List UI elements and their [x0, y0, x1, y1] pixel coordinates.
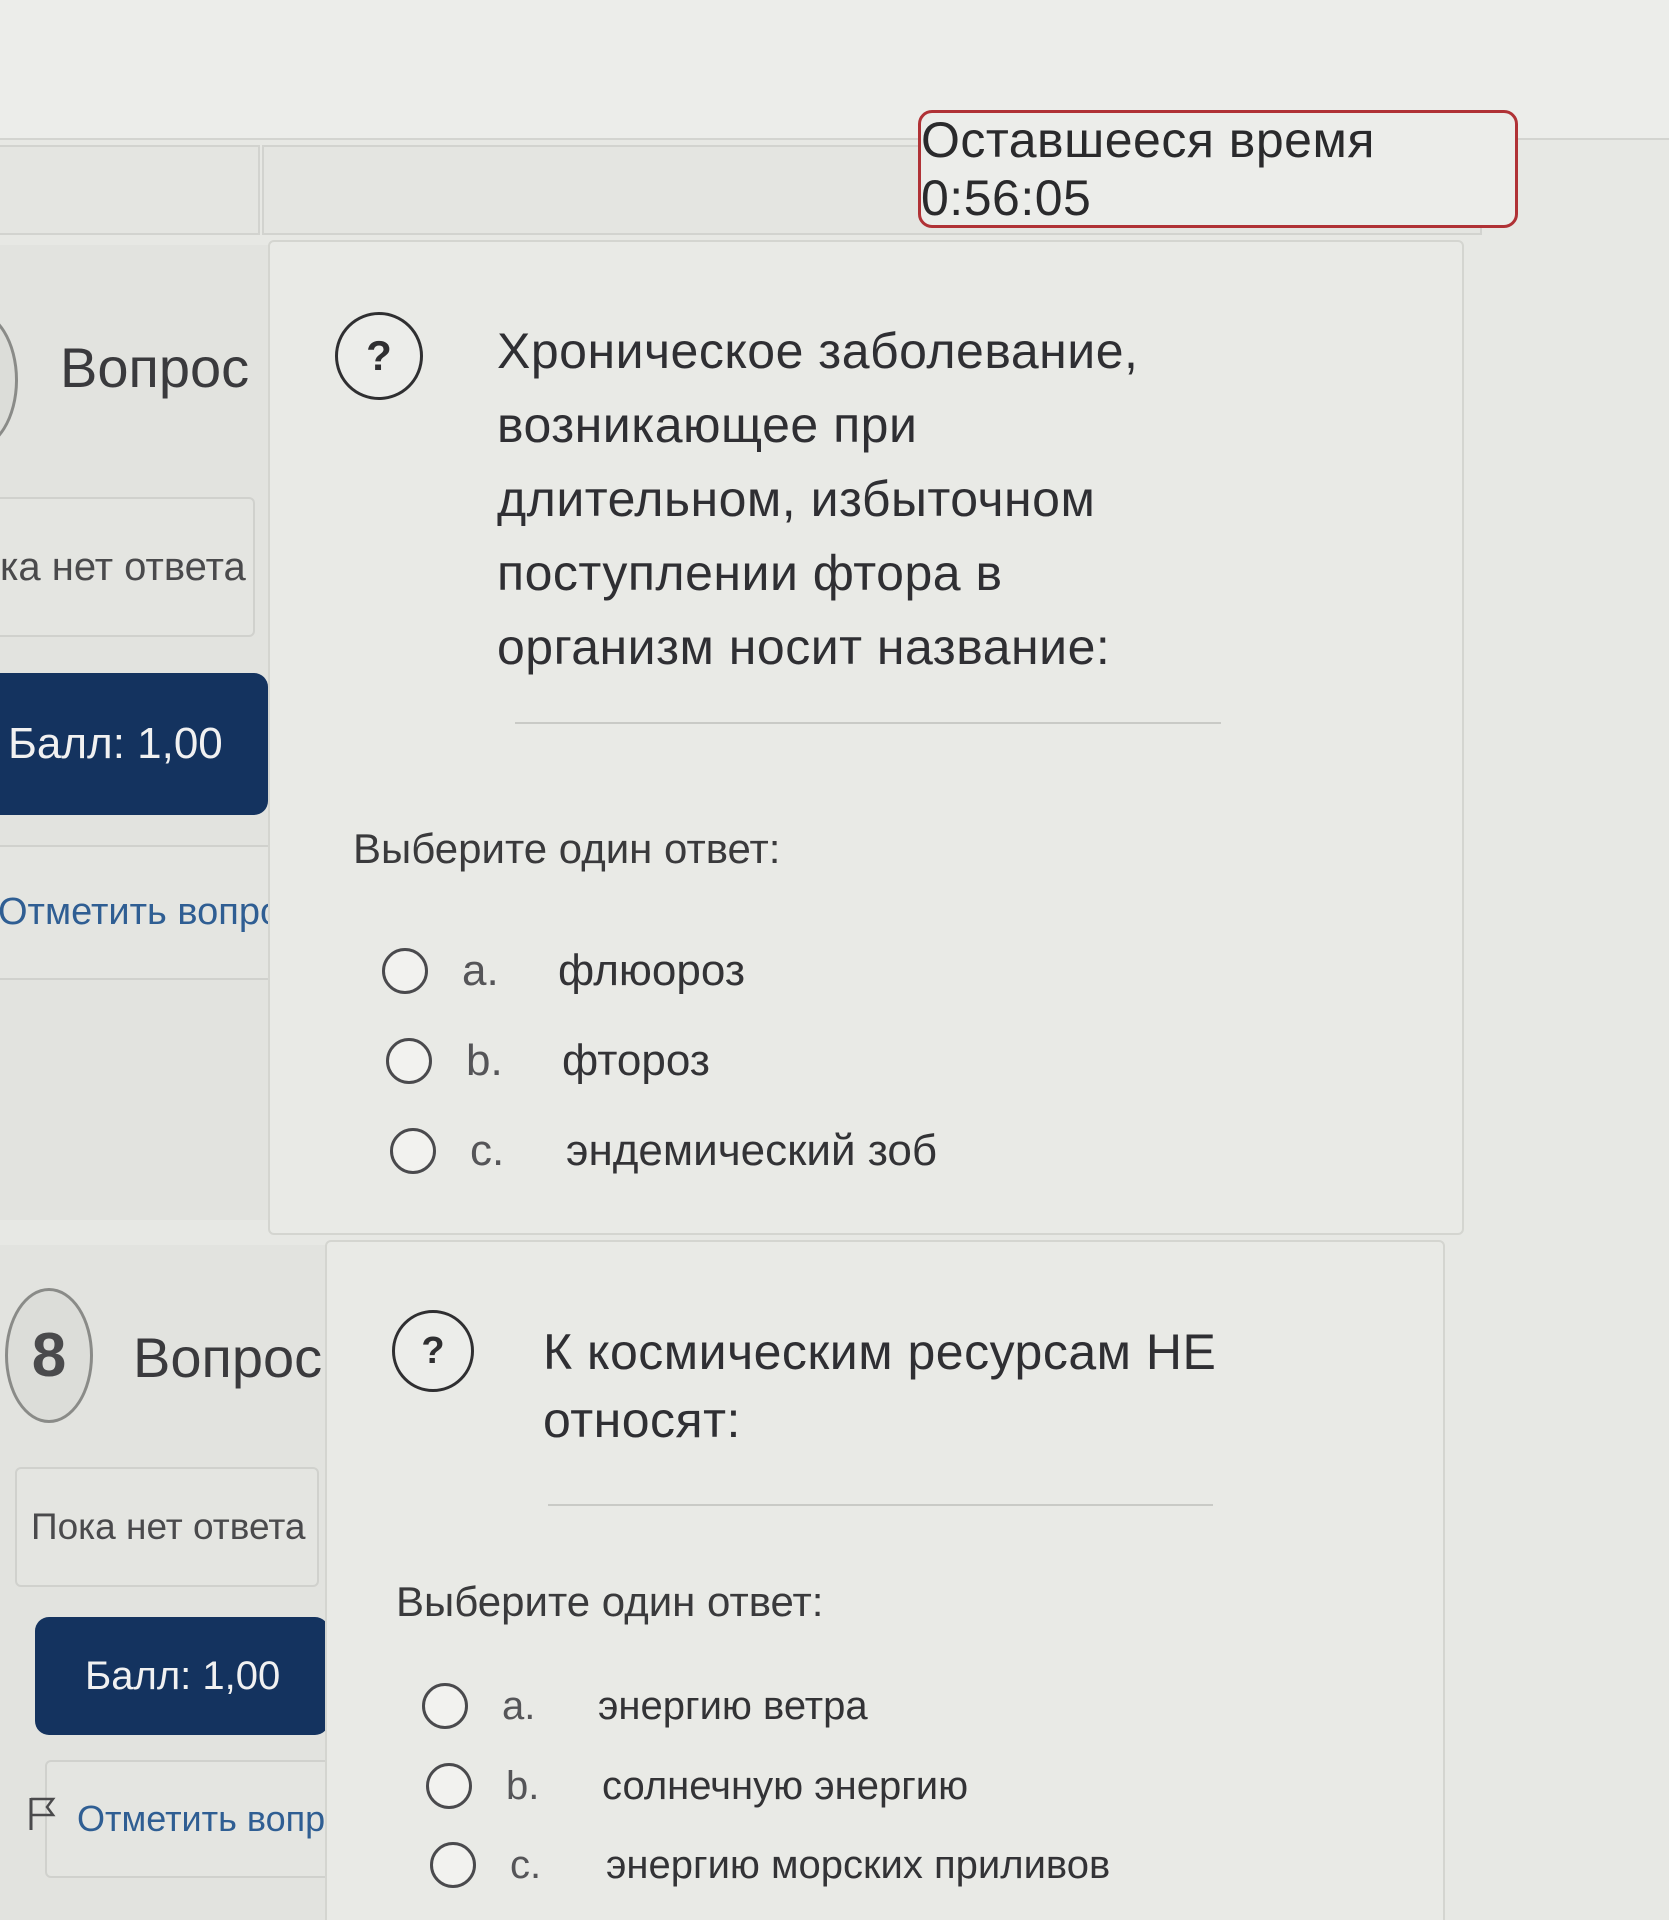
radio-button[interactable]: [422, 1683, 468, 1729]
option-label[interactable]: солнечную энергию: [602, 1764, 968, 1809]
option-label[interactable]: энергию ветра: [598, 1684, 868, 1729]
question-state: Пока нет ответа: [15, 1467, 319, 1587]
question-state-text: ка нет ответа: [0, 544, 246, 589]
question-state: ка нет ответа: [0, 497, 255, 637]
flag-question-label: Отметить вопрос: [77, 1798, 364, 1839]
question-text: Хроническое заболевание, возникающее при…: [497, 314, 1138, 684]
option-letter: b.: [466, 1036, 503, 1085]
answer-option[interactable]: c. эндемический зоб: [390, 1126, 937, 1176]
answer-prompt: Выберите один ответ:: [396, 1578, 824, 1625]
flag-question-label: Отметить вопрос: [0, 891, 301, 933]
question-label: Вопрос: [133, 1326, 323, 1389]
question-label: Вопрос: [60, 336, 250, 399]
time-remaining: Оставшееся время 0:56:05: [918, 110, 1518, 228]
option-letter: c.: [470, 1126, 505, 1175]
answer-prompt: Выберите один ответ:: [353, 825, 781, 872]
radio-button[interactable]: [390, 1128, 436, 1174]
question-text-line: относят:: [543, 1392, 741, 1448]
option-label[interactable]: энергию морских приливов: [606, 1843, 1110, 1888]
option-label[interactable]: флюороз: [558, 946, 745, 996]
question-state-text: Пока нет ответа: [31, 1506, 306, 1547]
question-divider: [548, 1504, 1213, 1506]
question-number-badge: 8: [5, 1288, 93, 1423]
question-text-line: возникающее при: [497, 397, 918, 453]
answer-option[interactable]: a. энергию ветра: [422, 1683, 868, 1729]
radio-button[interactable]: [430, 1842, 476, 1888]
flag-question-button[interactable]: Отметить вопрос: [0, 845, 300, 980]
option-letter: c.: [510, 1842, 542, 1887]
question-text-line: длительном, избыточном: [497, 471, 1096, 527]
option-letter: b.: [506, 1763, 540, 1808]
question-grade: Балл: 1,00: [0, 673, 268, 815]
question-text-line: организм носит название:: [497, 619, 1111, 675]
radio-button[interactable]: [426, 1763, 472, 1809]
radio-button[interactable]: [382, 948, 428, 994]
question-divider: [515, 722, 1221, 724]
question-text: К космическим ресурсам НЕ относят:: [543, 1318, 1216, 1454]
option-label[interactable]: эндемический зоб: [566, 1126, 937, 1176]
option-label[interactable]: фтороз: [562, 1036, 710, 1086]
answer-option[interactable]: c. энергию морских приливов: [430, 1842, 1110, 1888]
radio-button[interactable]: [386, 1038, 432, 1084]
question-text-line: К космическим ресурсам НЕ: [543, 1324, 1217, 1380]
question-help-icon[interactable]: ?: [335, 312, 423, 400]
question-grade-text: Балл: 1,00: [85, 1653, 281, 1698]
answer-option[interactable]: b. солнечную энергию: [426, 1763, 968, 1809]
option-letter: a.: [502, 1683, 536, 1728]
flag-question-button[interactable]: Отметить вопрос: [29, 1760, 363, 1878]
header-cell-left: [0, 145, 260, 235]
question-text-line: Хроническое заболевание,: [497, 323, 1139, 379]
answer-option[interactable]: a. флюороз: [382, 946, 745, 996]
question-text-line: поступлении фтора в: [497, 545, 1003, 601]
question-help-icon[interactable]: ?: [392, 1310, 474, 1392]
question-grade: Балл: 1,00: [35, 1617, 329, 1735]
option-letter: a.: [462, 946, 499, 995]
flag-icon: [27, 1796, 57, 1830]
question-grade-text: Балл: 1,00: [8, 719, 223, 768]
answer-option[interactable]: b. фтороз: [386, 1036, 710, 1086]
